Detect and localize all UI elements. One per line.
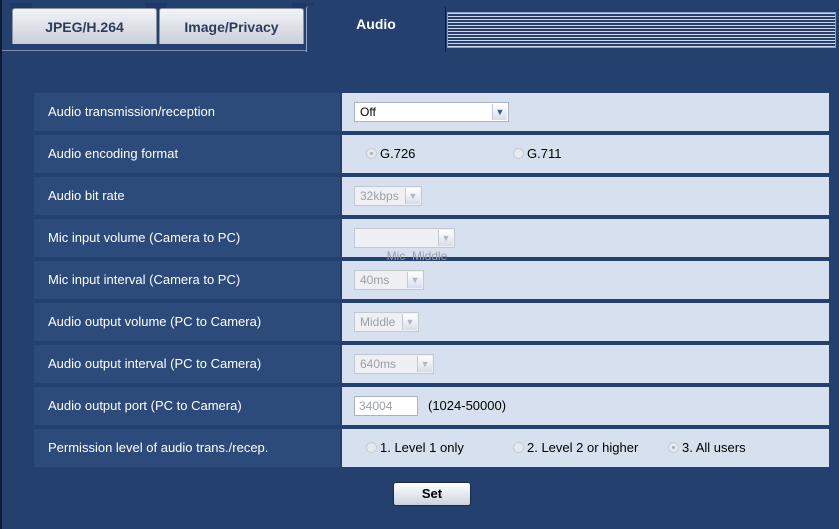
audio-transmission-select[interactable]: Off ▼ [354,102,509,122]
radio-option-g726[interactable]: G.726 [366,135,415,173]
value-cell: Off ▼ [342,93,829,131]
radio-icon [513,148,524,159]
label-audio-encoding: Audio encoding format [34,135,340,173]
radio-icon [668,442,679,453]
chevron-down-icon: ▼ [405,188,420,204]
label-audio-transmission: Audio transmission/reception [34,93,340,131]
audio-settings-page: JPEG/H.264 Image/Privacy Audio Audio tra… [0,0,839,529]
value-cell: 640ms ▼ [342,345,829,383]
label-output-interval: Audio output interval (PC to Camera) [34,345,340,383]
chevron-down-icon: ▼ [407,272,422,288]
row-mic-volume: Mic input volume (Camera to PC) Mic Midd… [34,219,829,263]
label-mic-volume: Mic input volume (Camera to PC) [34,219,340,257]
chevron-down-icon: ▼ [492,104,507,120]
mic-interval-select[interactable]: 40ms ▼ [354,270,424,290]
chevron-down-icon: ▼ [417,356,432,372]
row-output-volume: Audio output volume (PC to Camera) Middl… [34,303,829,341]
value-cell: 34004 (1024-50000) [342,387,829,425]
radio-label: 3. All users [682,440,746,455]
label-mic-interval: Mic input interval (Camera to PC) [34,261,340,299]
output-volume-select[interactable]: Middle ▼ [354,312,419,332]
tab-bar: JPEG/H.264 Image/Privacy Audio [2,0,839,52]
radio-icon [513,442,524,453]
tab-jpeg-h264[interactable]: JPEG/H.264 [12,8,157,44]
row-output-port: Audio output port (PC to Camera) 34004 (… [34,387,829,425]
value-cell: 32kbps ▼ [342,177,829,215]
radio-label: G.726 [380,146,416,161]
label-output-volume: Audio output volume (PC to Camera) [34,303,340,341]
chevron-down-icon: ▼ [438,230,453,246]
row-audio-bitrate: Audio bit rate 32kbps ▼ [34,177,829,215]
row-output-interval: Audio output interval (PC to Camera) 640… [34,345,829,383]
select-value: 640ms [360,357,397,371]
select-value: Off [360,105,376,119]
row-audio-encoding: Audio encoding format G.726 G.711 [34,135,829,173]
port-range-hint: (1024-50000) [428,398,507,413]
select-value: 40ms [360,273,390,287]
value-cell: G.726 G.711 [342,135,829,173]
radio-option-level2[interactable]: 2. Level 2 or higher [513,429,638,467]
radio-option-g711[interactable]: G.711 [513,135,561,173]
value-cell: 40ms ▼ [342,261,829,299]
output-interval-select[interactable]: 640ms ▼ [354,354,434,374]
label-output-port: Audio output port (PC to Camera) [34,387,340,425]
row-permission-level: Permission level of audio trans./recep. … [34,429,829,467]
tab-audio[interactable]: Audio [306,6,446,52]
radio-label: 2. Level 2 or higher [527,440,639,455]
tab-bar-decoration [447,12,836,48]
select-value: 32kbps [360,189,399,203]
output-port-input[interactable]: 34004 [354,396,418,416]
label-permission-level: Permission level of audio trans./recep. [34,429,340,467]
row-audio-transmission: Audio transmission/reception Off ▼ [34,93,829,131]
tab-bar-baseline [2,50,306,51]
set-button[interactable]: Set [393,482,471,506]
radio-label: 1. Level 1 only [380,440,464,455]
radio-option-level1[interactable]: 1. Level 1 only [366,429,464,467]
radio-label: G.711 [527,146,562,161]
row-mic-interval: Mic input interval (Camera to PC) 40ms ▼ [34,261,829,299]
select-value: Middle [360,315,396,329]
tab-image-privacy[interactable]: Image/Privacy [159,8,304,44]
radio-option-all-users[interactable]: 3. All users [668,429,746,467]
label-audio-bitrate: Audio bit rate [34,177,340,215]
value-cell: 1. Level 1 only 2. Level 2 or higher 3. … [342,429,829,467]
radio-icon [366,148,377,159]
value-cell: Mic Middle ▼ [342,219,829,263]
audio-bitrate-select[interactable]: 32kbps ▼ [354,186,422,206]
radio-icon [366,442,377,453]
mic-volume-select[interactable]: Mic Middle ▼ [354,228,455,263]
value-cell: Middle ▼ [342,303,829,341]
chevron-down-icon: ▼ [402,314,417,330]
